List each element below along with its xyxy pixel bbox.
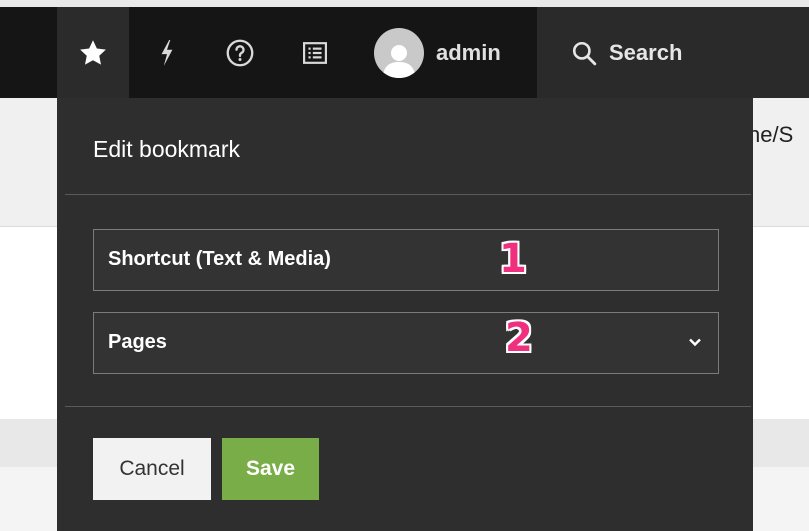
save-button[interactable]: Save: [222, 438, 319, 500]
edit-bookmark-panel: Edit bookmark Shortcut (Text & Media) 1 …: [57, 98, 753, 531]
help-icon: [226, 39, 254, 66]
bookmarks-toolbar-button[interactable]: [57, 7, 129, 98]
username-label: admin: [436, 39, 501, 65]
cancel-button[interactable]: Cancel: [93, 438, 211, 500]
annotation-1: 1: [499, 236, 527, 282]
bookmark-group-value: Pages: [108, 331, 167, 353]
system-info-toolbar-button[interactable]: [287, 7, 343, 98]
search-toolbar-button[interactable]: Search: [537, 7, 809, 98]
bookmark-group-select[interactable]: Pages: [93, 312, 719, 374]
bookmark-title-value: Shortcut (Text & Media): [108, 248, 331, 270]
annotation-2: 2: [505, 315, 533, 361]
search-icon: [572, 41, 597, 65]
user-avatar-icon: [383, 44, 415, 78]
divider: [65, 406, 751, 407]
bookmark-title-input[interactable]: Shortcut (Text & Media): [93, 229, 719, 291]
cache-toolbar-button[interactable]: [138, 7, 196, 98]
star-icon: [80, 39, 106, 65]
divider: [65, 194, 751, 195]
avatar: [374, 27, 424, 78]
list-icon: [303, 41, 327, 64]
chevron-down-icon: [689, 338, 701, 347]
browser-edge: [0, 0, 809, 7]
flash-icon: [161, 39, 173, 66]
panel-title: Edit bookmark: [93, 136, 241, 162]
help-toolbar-button[interactable]: [212, 7, 268, 98]
breadcrumb-path-fragment: ne/S: [748, 122, 794, 147]
search-label: Search: [609, 39, 683, 65]
user-menu-button[interactable]: admin: [360, 7, 537, 98]
